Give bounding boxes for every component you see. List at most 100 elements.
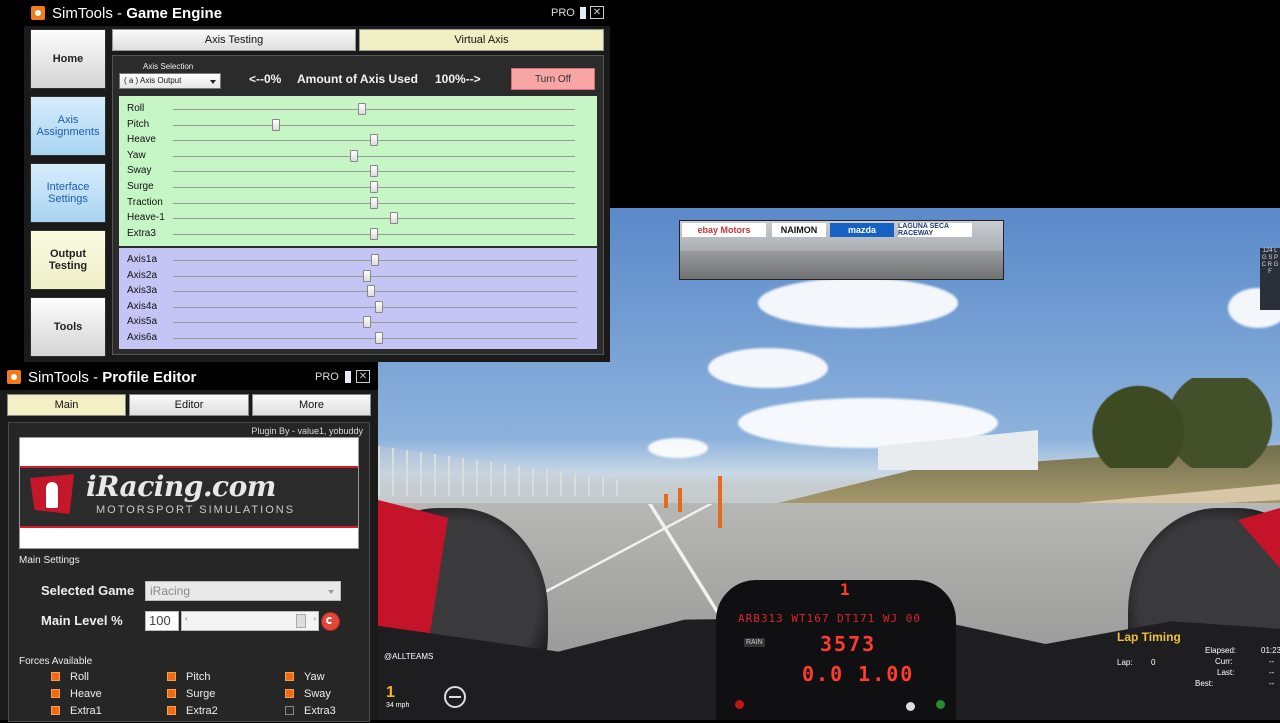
axis-slider-thumb[interactable] (375, 332, 384, 344)
nav-label: Axis Assignments (36, 114, 100, 138)
checkbox-box[interactable] (51, 706, 60, 715)
force-checkbox[interactable]: Extra1 (51, 705, 102, 717)
axis-slider-track[interactable] (173, 124, 575, 126)
dash-button-white (906, 702, 915, 711)
axis-label: Roll (127, 103, 145, 114)
checkbox-box[interactable] (51, 689, 60, 698)
slider-thumb[interactable] (296, 614, 306, 628)
force-label: Surge (186, 688, 216, 700)
axis-slider-thumb[interactable] (362, 269, 371, 282)
profile-editor-window: SimTools - Profile Editor PRO ✕ Main Edi… (0, 364, 378, 722)
axis-slider-track[interactable] (173, 322, 577, 324)
axis-slider-track[interactable] (173, 155, 575, 157)
checkbox-box[interactable] (167, 672, 176, 681)
nav-interface-settings-button[interactable]: Interface Settings (30, 163, 106, 223)
force-checkbox[interactable]: Yaw (285, 671, 325, 683)
tab-axis-testing[interactable]: Axis Testing (112, 29, 356, 51)
force-checkbox[interactable]: Roll (51, 671, 89, 683)
axis-slider-row: Axis4a (119, 300, 589, 315)
checkbox-box[interactable] (51, 672, 60, 681)
axis-selection-dropdown[interactable]: ( a ) Axis Output (119, 73, 221, 89)
axis-slider-thumb[interactable] (375, 300, 384, 313)
checkbox-box[interactable] (285, 689, 294, 698)
restore-icon[interactable] (345, 371, 351, 383)
axis-slider-thumb[interactable] (271, 118, 280, 131)
force-checkbox[interactable]: Sway (285, 688, 331, 700)
axis-slider-thumb[interactable] (390, 212, 399, 225)
slider-left-arrow[interactable]: ‹ (185, 614, 188, 623)
axis-slider-thumb[interactable] (370, 227, 378, 240)
axis-label: Pitch (127, 118, 150, 130)
tab-more[interactable]: More (252, 394, 371, 416)
axis-slider-track[interactable] (173, 291, 577, 293)
tab-virtual-axis[interactable]: Virtual Axis (359, 29, 604, 51)
axis-slider-row: Axis5a (119, 315, 589, 330)
virtual-axis-panel: Axis Selection ( a ) Axis Output <--0% A… (112, 55, 604, 355)
axis-slider-row: Heave-1 (119, 211, 589, 226)
close-button[interactable]: ✕ (356, 370, 370, 383)
mirror-banner: LAGUNA SECA RACEWAY (898, 223, 972, 237)
force-checkbox[interactable]: Pitch (167, 671, 210, 683)
selected-game-dropdown[interactable]: iRacing (145, 581, 341, 601)
axis-slider-thumb[interactable] (370, 134, 378, 147)
dash-gear: 1 (840, 580, 850, 599)
rear-view-mirror: ebay Motors NAIMON mazda LAGUNA SECA RAC… (679, 220, 1004, 280)
axis-slider-thumb[interactable] (370, 181, 378, 193)
axis-slider-track[interactable] (173, 109, 575, 110)
axis-label: Traction (127, 196, 163, 208)
checkbox-box[interactable] (167, 706, 176, 715)
profile-editor-titlebar[interactable]: SimTools - Profile Editor PRO ✕ (0, 364, 378, 390)
force-checkbox[interactable]: Extra2 (167, 705, 218, 717)
force-checkbox[interactable]: Heave (51, 688, 102, 700)
dash-readout: ARB313 WT167 DT171 WJ 00 (738, 612, 921, 625)
logo-banner: iRacing.com MOTORSPORT SIMULATIONS (20, 466, 358, 528)
amount-right-label: 100%--> (435, 72, 481, 86)
curr-label: Curr: (1215, 657, 1233, 666)
axis-label: Axis2a (127, 269, 158, 281)
close-button[interactable]: ✕ (590, 6, 604, 19)
slider-right-arrow[interactable]: › (313, 614, 316, 623)
tab-main[interactable]: Main (7, 394, 126, 416)
tab-editor[interactable]: Editor (129, 394, 249, 416)
axis-label: Yaw (127, 149, 146, 161)
axis-slider-thumb[interactable] (362, 316, 371, 329)
selected-game-label: Selected Game (41, 583, 135, 598)
game-engine-titlebar[interactable]: SimTools - Game Engine PRO ✕ (24, 0, 610, 26)
axis-slider-thumb[interactable] (371, 254, 379, 266)
nav-axis-assignments-button[interactable]: Axis Assignments (30, 96, 106, 156)
pro-badge: PRO (551, 7, 575, 19)
dash-button-red (735, 700, 744, 709)
axis-slider-thumb[interactable] (357, 103, 366, 115)
force-checkbox[interactable]: Surge (167, 688, 215, 700)
lap-label: Lap: (1117, 658, 1133, 667)
mirror-banner: mazda (830, 223, 894, 237)
cloud (708, 348, 828, 388)
nav-tools-button[interactable]: Tools (30, 297, 106, 357)
axis-slider-thumb[interactable] (366, 285, 375, 298)
mirror-banner: NAIMON (772, 223, 826, 237)
elapsed-value: 01:23 (1261, 646, 1280, 655)
reset-level-button[interactable] (321, 612, 340, 631)
force-label: Roll (70, 671, 89, 683)
checkbox-box[interactable] (167, 689, 176, 698)
force-checkbox[interactable]: Extra3 (285, 705, 336, 717)
gear-indicator: 1 (386, 684, 395, 701)
turn-off-button[interactable]: Turn Off (511, 68, 595, 90)
checkbox-box[interactable] (285, 706, 294, 715)
axis-label: Heave (127, 134, 156, 146)
checkbox-box[interactable] (285, 672, 294, 681)
main-level-input[interactable]: 100 (145, 611, 179, 631)
axis-label: Axis3a (127, 285, 158, 297)
axis-slider-track[interactable] (173, 275, 577, 277)
restore-icon[interactable] (580, 7, 586, 19)
nav-label: Interface Settings (46, 181, 90, 205)
nav-home-button[interactable]: Home (30, 29, 106, 89)
main-level-slider[interactable]: ‹ › (181, 611, 319, 631)
catch-fence (378, 446, 628, 496)
nav-output-testing-button[interactable]: Output Testing (30, 230, 106, 290)
best-value: -- (1269, 679, 1275, 688)
axis-slider-thumb[interactable] (370, 165, 378, 178)
axis-slider-track[interactable] (173, 218, 575, 220)
axis-slider-thumb[interactable] (370, 196, 378, 209)
axis-slider-thumb[interactable] (349, 149, 358, 162)
